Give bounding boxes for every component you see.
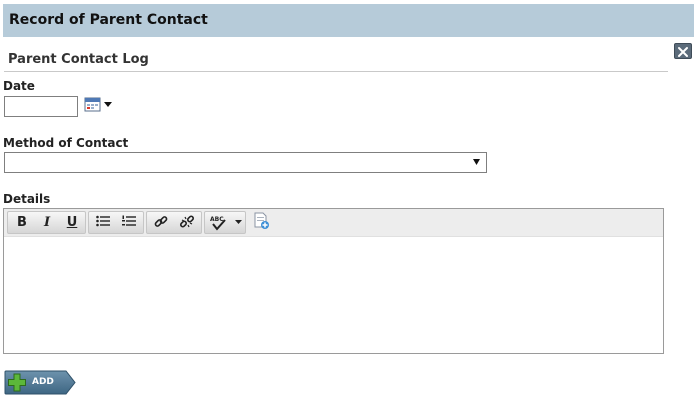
details-text-area[interactable] <box>4 237 663 353</box>
spellcheck-group: ABC <box>204 211 246 234</box>
date-input[interactable] <box>4 96 78 117</box>
add-button-shape <box>4 370 76 395</box>
format-group: B I U <box>7 211 86 234</box>
close-icon <box>678 47 688 57</box>
add-button[interactable] <box>4 370 76 395</box>
dialog-title: Record of Parent Contact <box>9 12 208 28</box>
spellcheck-button[interactable]: ABC <box>207 214 231 232</box>
insert-link-button[interactable] <box>150 214 172 232</box>
insert-document-icon <box>254 212 269 229</box>
list-group <box>88 211 144 234</box>
section-title: Parent Contact Log <box>8 52 149 67</box>
section-divider <box>4 71 668 72</box>
details-label: Details <box>3 192 51 206</box>
remove-link-button[interactable] <box>176 214 198 232</box>
dialog-title-bar: Record of Parent Contact <box>3 4 694 37</box>
method-of-contact-label: Method of Contact <box>3 136 129 150</box>
calendar-icon <box>84 97 112 112</box>
method-of-contact-select[interactable] <box>4 152 487 173</box>
chevron-down-icon <box>234 220 242 224</box>
bulleted-list-button[interactable] <box>92 214 114 232</box>
editor-toolbar: B I U ABC <box>4 209 663 237</box>
bulleted-list-icon <box>96 215 110 227</box>
numbered-list-icon <box>122 215 136 226</box>
calendar-picker-button[interactable] <box>84 96 114 112</box>
bold-button[interactable]: B <box>11 214 33 232</box>
underline-button[interactable]: U <box>61 214 83 232</box>
spellcheck-icon: ABC <box>210 216 226 231</box>
link-group <box>146 211 202 234</box>
numbered-list-button[interactable] <box>118 214 140 232</box>
dropdown-arrow-icon <box>473 159 480 165</box>
spellcheck-options-button[interactable] <box>232 214 244 232</box>
date-label: Date <box>3 79 35 93</box>
insert-template-button[interactable] <box>250 212 272 230</box>
details-rich-text-editor: B I U ABC <box>3 208 664 354</box>
unlink-icon <box>179 215 195 228</box>
italic-button[interactable]: I <box>36 214 58 232</box>
close-button[interactable] <box>674 43 692 59</box>
link-icon <box>154 216 168 227</box>
